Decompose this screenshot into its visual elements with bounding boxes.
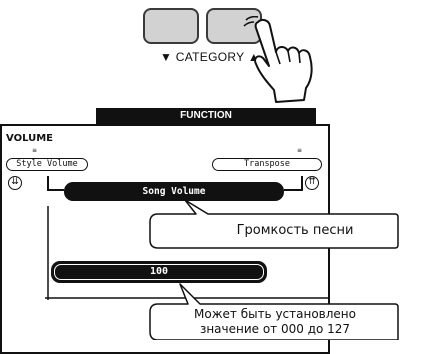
song-volume-callout-text: Громкость песни bbox=[236, 223, 354, 238]
range-callout-line2: значение от 000 до 127 bbox=[199, 322, 351, 336]
callout-bubbles bbox=[149, 199, 399, 340]
range-callout-line1: Может быть установлено bbox=[194, 307, 356, 321]
